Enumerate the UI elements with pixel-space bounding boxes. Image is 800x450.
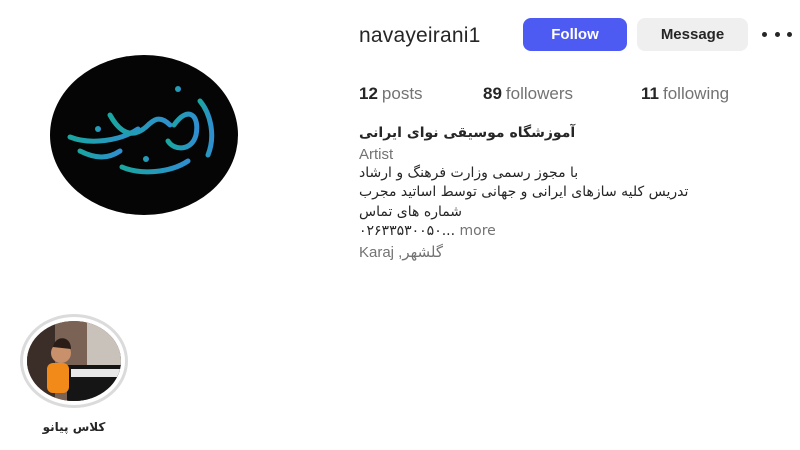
followers-count: 89 <box>483 84 502 103</box>
bio-phone-line: ۰۲۶۳۳۵۳۰۰۵۰... more <box>359 223 496 239</box>
follow-button[interactable]: Follow <box>523 18 627 51</box>
followers-label: followers <box>505 84 574 103</box>
message-button[interactable]: Message <box>637 18 748 51</box>
dot-icon <box>774 31 780 37</box>
following-count: 11 <box>641 84 659 103</box>
bio-line: شماره های تماس <box>359 204 463 220</box>
highlight-cover-image <box>27 321 121 401</box>
navaye-irani-logo <box>67 86 215 175</box>
bio-category: Artist <box>359 146 394 163</box>
bio-line: تدریس کلیه سازهای ایرانی و جهانی توسط اس… <box>359 184 689 200</box>
story-highlight[interactable] <box>20 314 128 408</box>
posts-label: posts <box>381 84 423 103</box>
piano-class-photo <box>27 321 121 401</box>
bio-name: آموزشگاه موسیقی نوای ایرانی <box>359 125 576 141</box>
highlight-label: کلاس پیانو <box>42 420 106 434</box>
bio-location: Karaj ,گلشهر <box>359 244 444 261</box>
following-label: following <box>662 84 730 103</box>
profile-username: navayeirani1 <box>359 24 481 47</box>
dot-icon <box>787 31 792 37</box>
profile-avatar[interactable] <box>50 55 238 215</box>
bio-line: با مجوز رسمی وزارت فرهنگ و ارشاد <box>359 165 579 181</box>
following-stat[interactable]: 11 following <box>641 84 729 104</box>
posts-stat: 12 posts <box>359 84 423 104</box>
followers-stat[interactable]: 89 followers <box>483 84 573 104</box>
posts-count: 12 <box>359 84 378 103</box>
more-options-icon[interactable] <box>762 24 792 44</box>
bio-more-link[interactable]: more <box>455 223 496 239</box>
bio-phone: ۰۲۶۳۳۵۳۰۰۵۰... <box>359 223 456 239</box>
dot-icon <box>762 31 767 37</box>
